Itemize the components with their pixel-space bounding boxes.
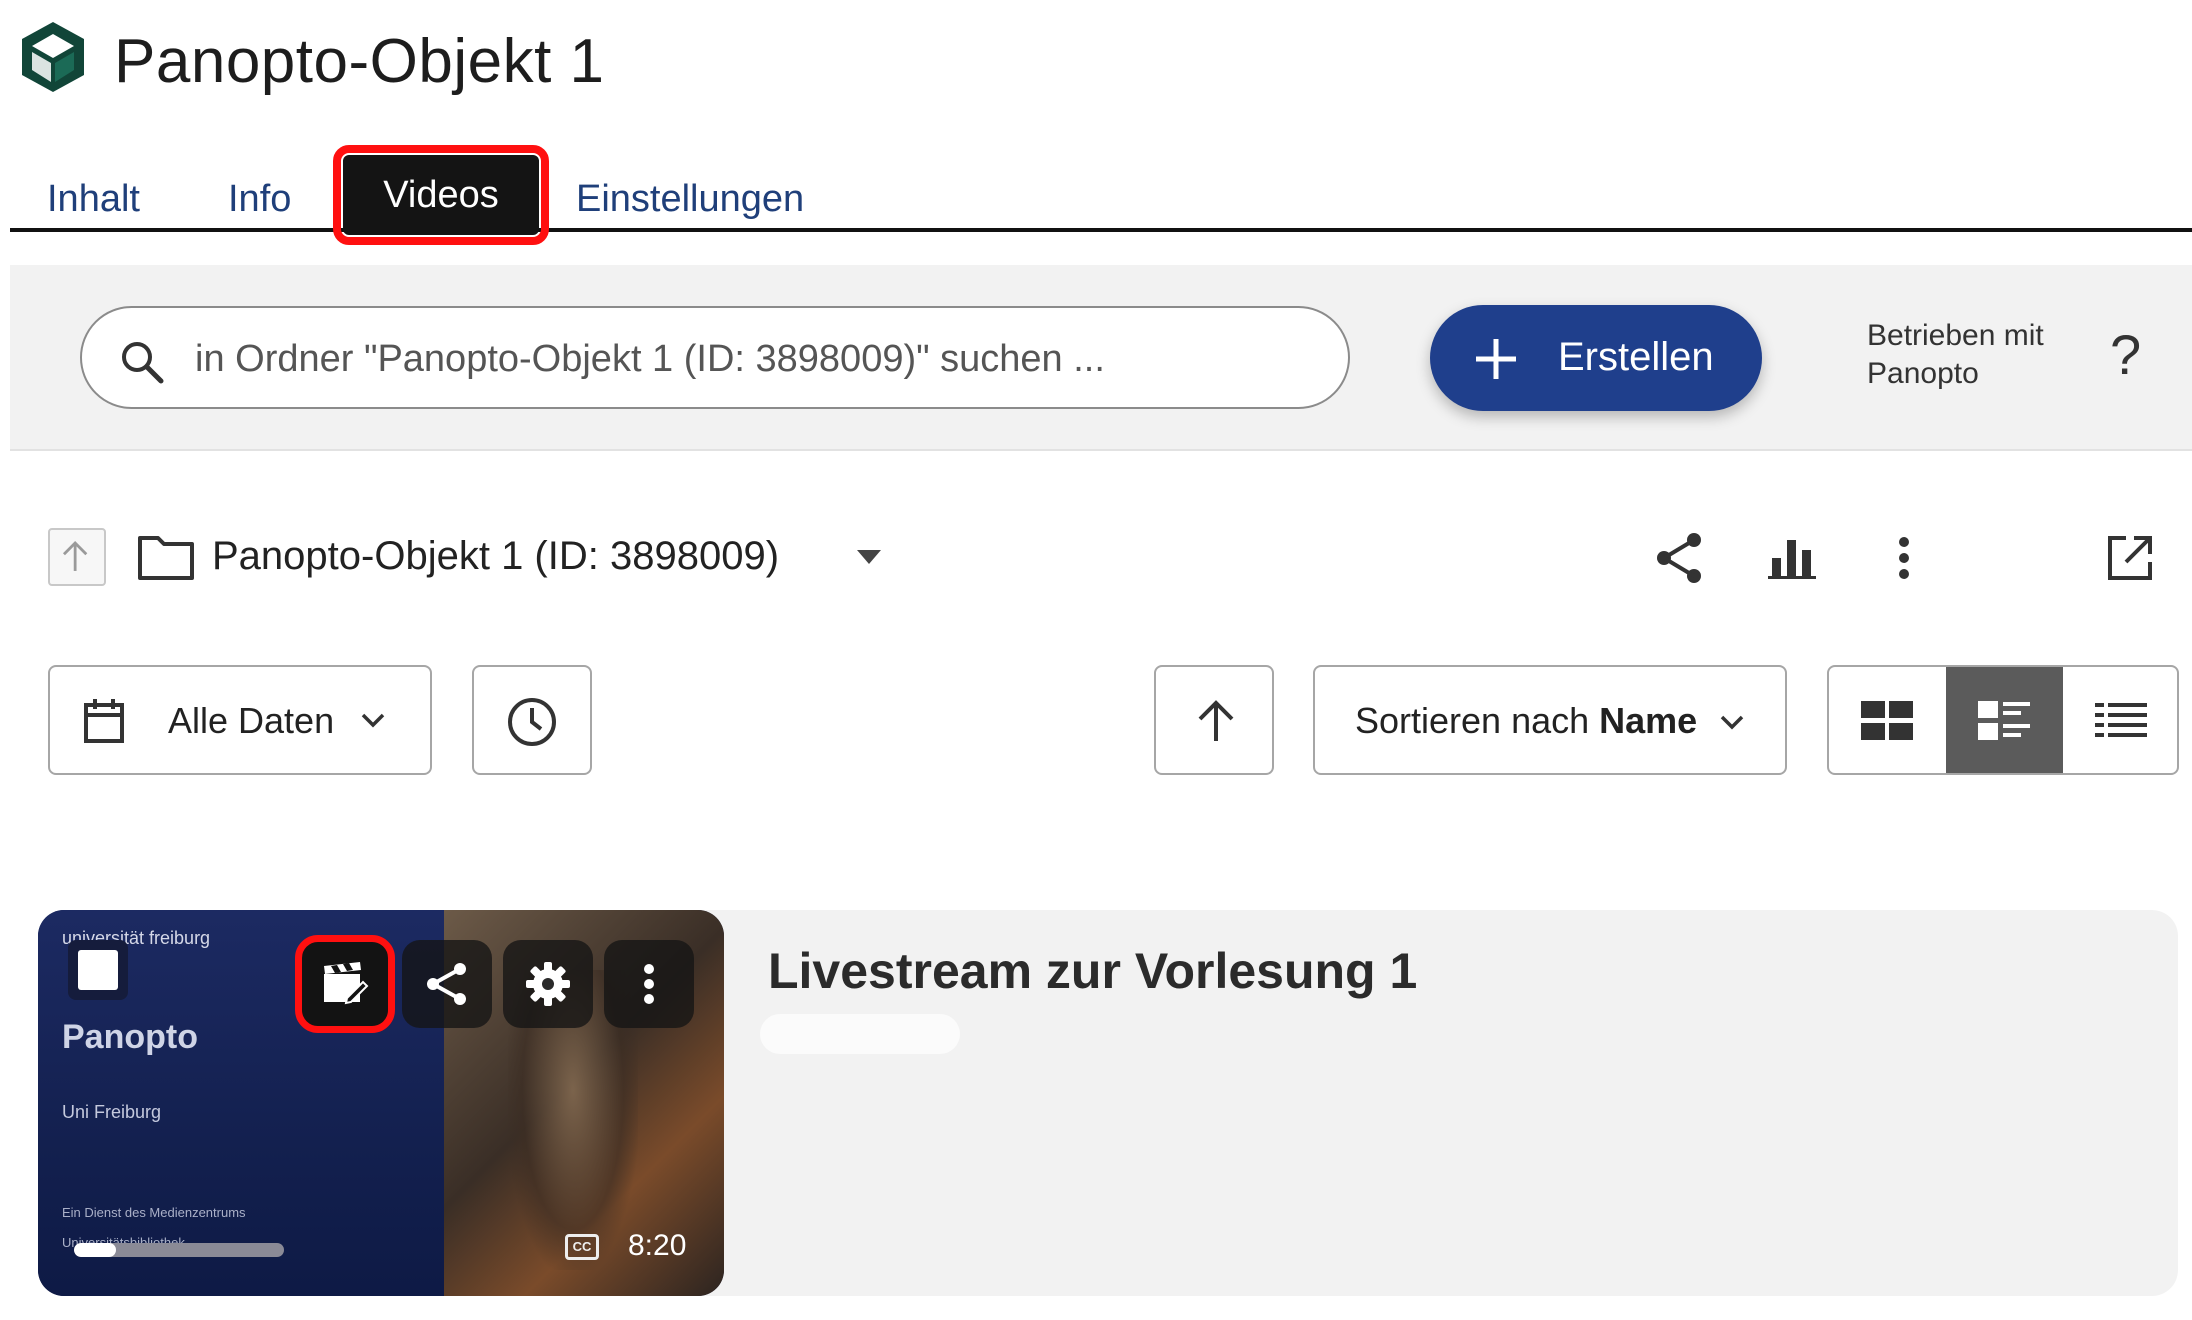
- detail-view-button[interactable]: [1946, 667, 2063, 773]
- video-settings-button[interactable]: [503, 940, 593, 1028]
- panopto-logo-icon: [22, 22, 84, 92]
- arrow-up-icon: [1198, 700, 1234, 741]
- view-mode-toggle: [1827, 665, 2179, 775]
- folder-name: Panopto-Objekt 1 (ID: 3898009): [212, 534, 780, 578]
- video-thumbnail[interactable]: universität freiburg Panopto Uni Freibur…: [38, 910, 724, 1296]
- clock-icon: [508, 698, 556, 746]
- grid-view-icon: [1861, 701, 1913, 740]
- chevron-down-icon: [361, 713, 385, 728]
- create-button[interactable]: Erstellen: [1430, 305, 1762, 411]
- stats-icon[interactable]: [1764, 530, 1820, 586]
- search-toolbar: in Ordner "Panopto-Objekt 1 (ID: 3898009…: [10, 265, 2192, 451]
- video-duration: 8:20: [628, 1229, 687, 1262]
- more-vert-icon[interactable]: [1876, 530, 1932, 586]
- thumbnail-product: Panopto: [62, 1018, 198, 1056]
- grid-view-button[interactable]: [1829, 667, 1946, 773]
- tab-inhalt[interactable]: Inhalt: [47, 174, 140, 224]
- chevron-down-icon: [1720, 715, 1744, 730]
- watch-progress-bar: [74, 1243, 284, 1257]
- folder-icon: [138, 536, 194, 580]
- date-filter-dropdown[interactable]: Alle Daten: [48, 665, 432, 775]
- parent-folder-button[interactable]: [48, 528, 106, 586]
- plus-icon: [1476, 339, 1516, 379]
- edit-video-icon: [324, 962, 369, 1005]
- tab-bar: Inhalt Info Videos Einstellungen: [10, 140, 2192, 245]
- arrow-up-icon: [62, 541, 88, 571]
- list-view-button[interactable]: [2063, 667, 2177, 773]
- closed-captions-icon: CC: [565, 1234, 599, 1260]
- filter-bar: Alle Daten Sortieren nach Name: [0, 665, 2192, 775]
- page-title: Panopto-Objekt 1: [114, 27, 605, 96]
- powered-by-text: Betrieben mit Panopto: [1867, 319, 2044, 390]
- folder-dropdown-caret-icon[interactable]: [855, 548, 883, 566]
- select-checkbox[interactable]: [68, 940, 128, 1000]
- more-vert-icon: [644, 964, 654, 1004]
- open-external-icon[interactable]: [2102, 530, 2158, 586]
- thumbnail-service: Ein Dienst des Medienzentrums: [62, 1205, 246, 1220]
- sort-prefix: Sortieren nach: [1355, 700, 1600, 741]
- help-button[interactable]: ?: [2110, 325, 2141, 385]
- tab-videos[interactable]: Videos: [333, 145, 549, 245]
- sort-field: Name: [1599, 700, 1698, 741]
- sort-dropdown[interactable]: Sortieren nach Name: [1313, 665, 1787, 775]
- folder-bar: Panopto-Objekt 1 (ID: 3898009): [0, 510, 2192, 600]
- list-view-icon: [2095, 703, 2147, 737]
- page-header: Panopto-Objekt 1: [0, 0, 2192, 120]
- tab-einstellungen[interactable]: Einstellungen: [576, 174, 804, 224]
- recent-filter-button[interactable]: [472, 665, 592, 775]
- settings-icon: [526, 962, 570, 1006]
- watch-progress-fill: [74, 1243, 116, 1257]
- create-button-label: Erstellen: [1558, 335, 1714, 379]
- share-icon[interactable]: [1652, 530, 1708, 586]
- edit-video-button[interactable]: [295, 935, 395, 1033]
- search-icon: [122, 342, 164, 384]
- detail-view-icon: [1978, 701, 2030, 740]
- video-more-button[interactable]: [604, 940, 694, 1028]
- date-filter-label: Alle Daten: [168, 700, 335, 741]
- search-input[interactable]: in Ordner "Panopto-Objekt 1 (ID: 3898009…: [80, 306, 1350, 409]
- video-card[interactable]: universität freiburg Panopto Uni Freibur…: [38, 910, 2178, 1296]
- sort-label: Sortieren nach Name: [1355, 697, 1697, 745]
- search-placeholder: in Ordner "Panopto-Objekt 1 (ID: 3898009…: [195, 338, 1105, 380]
- calendar-icon: [84, 699, 124, 743]
- tab-info[interactable]: Info: [228, 174, 291, 224]
- share-icon: [427, 963, 466, 1005]
- sort-direction-button[interactable]: [1154, 665, 1274, 775]
- share-video-button[interactable]: [402, 940, 492, 1028]
- video-title[interactable]: Livestream zur Vorlesung 1: [768, 940, 1417, 1002]
- video-meta-placeholder: [760, 1014, 960, 1054]
- thumbnail-subtitle: Uni Freiburg: [62, 1102, 162, 1122]
